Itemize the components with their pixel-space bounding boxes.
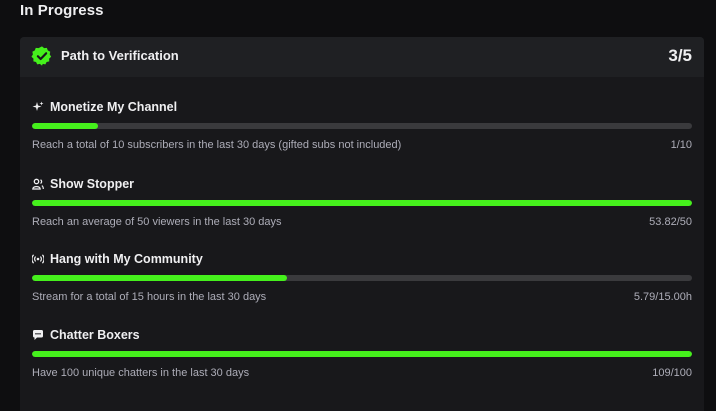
goal-description: Reach a total of 10 subscribers in the l…	[32, 139, 402, 151]
goal-progress-value: 5.79/15.00h	[633, 291, 692, 303]
goal-progress-value: 109/100	[652, 367, 692, 379]
goal-title: Show Stopper	[50, 177, 135, 191]
card-header: Path to Verification 3/5	[20, 37, 704, 77]
verification-card: Path to Verification 3/5 Monetize My Cha…	[20, 37, 704, 411]
goal-description: Have 100 unique chatters in the last 30 …	[32, 367, 250, 379]
section-title: In Progress	[20, 2, 104, 19]
goal-item: Chatter Boxers Have 100 unique chatters …	[32, 327, 692, 387]
progress-bar	[32, 123, 692, 129]
progress-bar	[32, 351, 692, 357]
goals-completed-count: 3/5	[668, 46, 692, 65]
sparkle-icon	[32, 101, 44, 111]
chat-bubble-icon	[33, 330, 43, 340]
progress-bar	[32, 200, 692, 206]
broadcast-icon	[32, 254, 44, 264]
goal-progress-value: 1/10	[670, 139, 692, 151]
progress-fill	[32, 200, 692, 206]
goal-title: Hang with My Community	[50, 252, 203, 266]
goal-item: Hang with My Community Stream for a tota…	[32, 251, 692, 311]
goal-item: Show Stopper Reach an average of 50 view…	[32, 176, 692, 236]
goal-description: Stream for a total of 15 hours in the la…	[32, 291, 267, 303]
goal-title: Monetize My Channel	[50, 100, 178, 114]
progress-fill	[32, 275, 287, 281]
progress-fill	[32, 351, 692, 357]
goal-description: Reach an average of 50 viewers in the la…	[32, 216, 282, 228]
goal-title: Chatter Boxers	[50, 328, 140, 342]
verified-badge-icon	[31, 46, 52, 66]
progress-fill	[32, 123, 98, 129]
progress-bar	[32, 275, 692, 281]
viewers-icon	[32, 178, 44, 190]
goal-item: Monetize My Channel Reach a total of 10 …	[32, 99, 692, 159]
goal-progress-value: 53.82/50	[649, 216, 692, 228]
card-title: Path to Verification	[61, 48, 179, 63]
